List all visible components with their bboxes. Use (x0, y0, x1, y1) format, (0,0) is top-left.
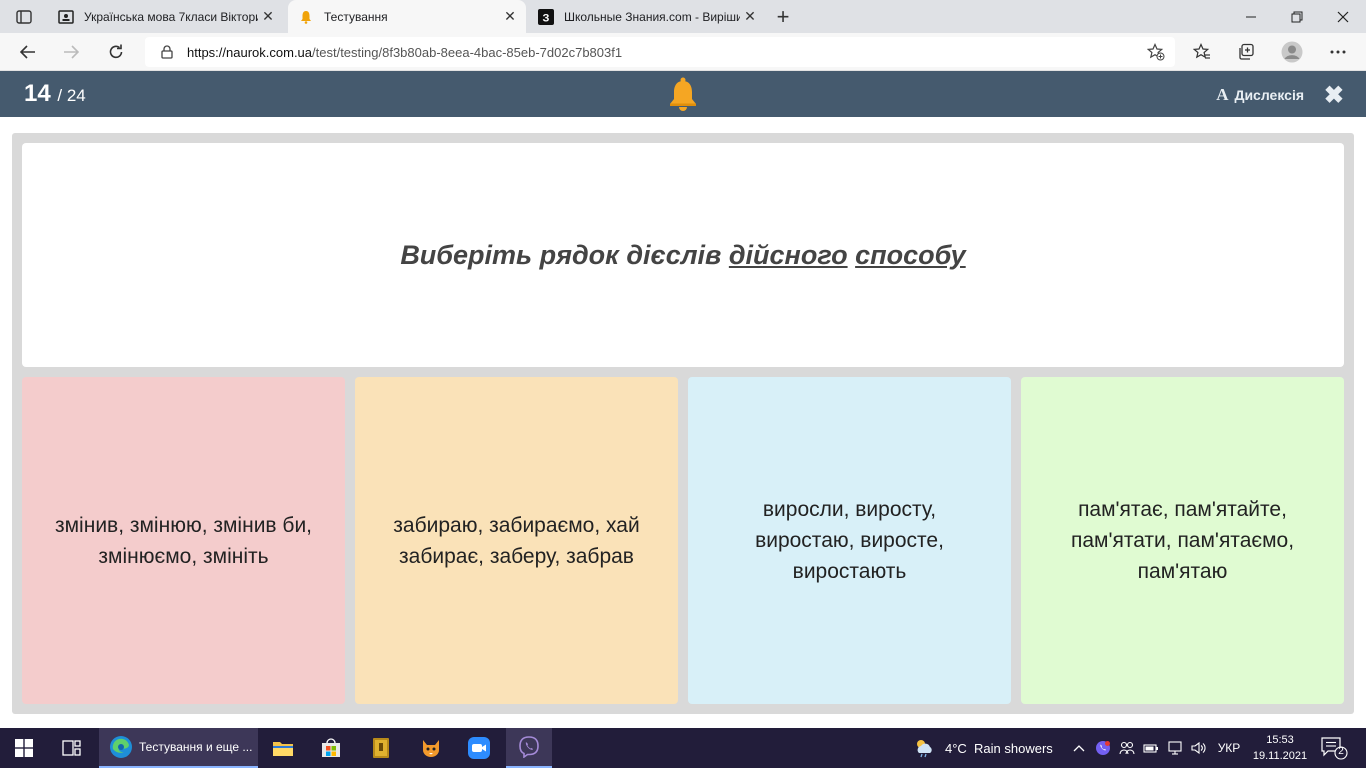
tab-close-icon[interactable]: ✕ (258, 7, 278, 27)
forward-button[interactable] (57, 38, 85, 66)
clock-date: 19.11.2021 (1252, 750, 1308, 762)
edge-icon (109, 735, 133, 759)
tab-title: Тестування (324, 9, 388, 24)
viber-icon[interactable] (506, 728, 552, 768)
quiz-header: 14 / 24 A Дислексія ✖ (0, 71, 1366, 117)
language-indicator[interactable]: УКР (1216, 728, 1242, 768)
file-explorer-icon[interactable] (262, 728, 304, 768)
question-text: Виберіть рядок дієслів дійсного способу (400, 239, 966, 270)
underlined-word-1: дійсного (728, 239, 848, 270)
cloud-rain-icon (913, 738, 935, 758)
bell-favicon-icon (298, 9, 314, 25)
url-text: https://naurok.com.ua/test/testing/8f3b8… (187, 44, 623, 60)
lock-icon[interactable] (159, 45, 175, 59)
address-bar[interactable]: https://naurok.com.ua/test/testing/8f3b8… (145, 37, 1175, 67)
archive-app-icon[interactable] (360, 728, 402, 768)
tab-ukrainian-quiz[interactable]: Українська мова 7класи Вікторина ✕ (48, 0, 284, 33)
start-button[interactable] (0, 728, 48, 768)
notification-center-icon[interactable]: 2 (1320, 736, 1348, 760)
tab-close-icon[interactable]: ✕ (500, 7, 520, 27)
svg-text:З: З (543, 12, 550, 24)
tab-testing[interactable]: Тестування ✕ (288, 0, 526, 33)
minimize-button[interactable] (1228, 0, 1274, 33)
system-clock[interactable]: 15:53 19.11.2021 (1252, 732, 1308, 764)
profile-avatar[interactable] (1278, 38, 1306, 66)
bell-icon (667, 76, 699, 112)
scratch-cat-icon[interactable] (410, 728, 452, 768)
quiz-container: Виберіть рядок дієслів дійсного способу … (12, 133, 1354, 714)
weather-text: 4°C Rain showers (945, 740, 1053, 756)
answer-text: забираю, забираємо, хай забирає, заберу,… (393, 513, 640, 568)
close-window-button[interactable] (1320, 0, 1366, 33)
windows-taskbar: Тестування и еще ... 4°C Rain showers УК… (0, 728, 1366, 768)
task-view-icon[interactable] (52, 728, 92, 768)
weather-widget[interactable]: 4°C Rain showers (913, 728, 1053, 768)
volume-tray-icon[interactable] (1190, 728, 1208, 768)
question-card: Виберіть рядок дієслів дійсного способу (22, 143, 1344, 367)
answer-text: змінив, змінюю, змінив би, змінюємо, змі… (54, 513, 313, 568)
tab-title: Українська мова 7класи Вікторина (84, 9, 258, 24)
new-tab-button[interactable]: + (770, 4, 796, 30)
collections-icon[interactable] (1232, 38, 1260, 66)
answer-options: змінив, змінюю, змінив би, змінюємо, змі… (22, 377, 1344, 704)
answer-text: пам'ятає, пам'ятайте, пам'ятати, пам'ята… (1070, 498, 1295, 583)
favorites-icon[interactable] (1188, 38, 1216, 66)
viber-tray-icon[interactable] (1094, 728, 1112, 768)
question-counter: 14 / 24 (24, 80, 86, 108)
close-quiz-icon[interactable]: ✖ (1324, 81, 1344, 110)
znanija-logo-icon: З (538, 8, 554, 25)
refresh-button[interactable] (102, 38, 130, 66)
answer-option-2[interactable]: забираю, забираємо, хай забирає, заберу,… (355, 377, 678, 704)
tab-znanija[interactable]: З Школьные Знания.com - Вирішити ✕ (528, 0, 766, 33)
total-questions: / 24 (57, 86, 86, 105)
network-tray-icon[interactable] (1166, 728, 1184, 768)
current-question: 14 (24, 80, 51, 107)
dyslexia-label: Дислексія (1234, 87, 1304, 103)
answer-option-3[interactable]: виросли, виросту, виростаю, виросте, вир… (688, 377, 1011, 704)
tab-close-icon[interactable]: ✕ (740, 7, 760, 27)
tray-chevron-icon[interactable] (1070, 728, 1088, 768)
add-favorite-icon[interactable] (1146, 43, 1165, 61)
browser-toolbar: https://naurok.com.ua/test/testing/8f3b8… (0, 33, 1366, 71)
answer-option-1[interactable]: змінив, змінюю, змінив би, змінюємо, змі… (22, 377, 345, 704)
contact-card-icon (58, 9, 74, 25)
dyslexia-toggle[interactable]: A Дислексія (1216, 85, 1304, 105)
more-menu-icon[interactable] (1324, 38, 1352, 66)
taskbar-edge-window[interactable]: Тестування и еще ... (99, 728, 258, 768)
dyslexia-font-icon: A (1216, 85, 1229, 104)
edge-window-label: Тестування и еще ... (139, 740, 253, 754)
answer-option-4[interactable]: пам'ятає, пам'ятайте, пам'ятати, пам'ята… (1021, 377, 1344, 704)
zoom-icon[interactable] (458, 728, 500, 768)
back-button[interactable] (14, 38, 42, 66)
people-tray-icon[interactable] (1118, 728, 1136, 768)
tab-title: Школьные Знания.com - Вирішити (564, 9, 740, 24)
store-icon[interactable] (310, 728, 352, 768)
battery-tray-icon[interactable] (1142, 728, 1160, 768)
clock-time: 15:53 (1266, 734, 1294, 746)
restore-button[interactable] (1274, 0, 1320, 33)
answer-text: виросли, виросту, виростаю, виросте, вир… (755, 498, 944, 583)
notification-count: 2 (1338, 746, 1344, 757)
underlined-word-2: способу (855, 239, 966, 270)
tab-actions-icon[interactable] (10, 7, 38, 27)
browser-tab-strip: Українська мова 7класи Вікторина ✕ Тесту… (0, 0, 1366, 33)
